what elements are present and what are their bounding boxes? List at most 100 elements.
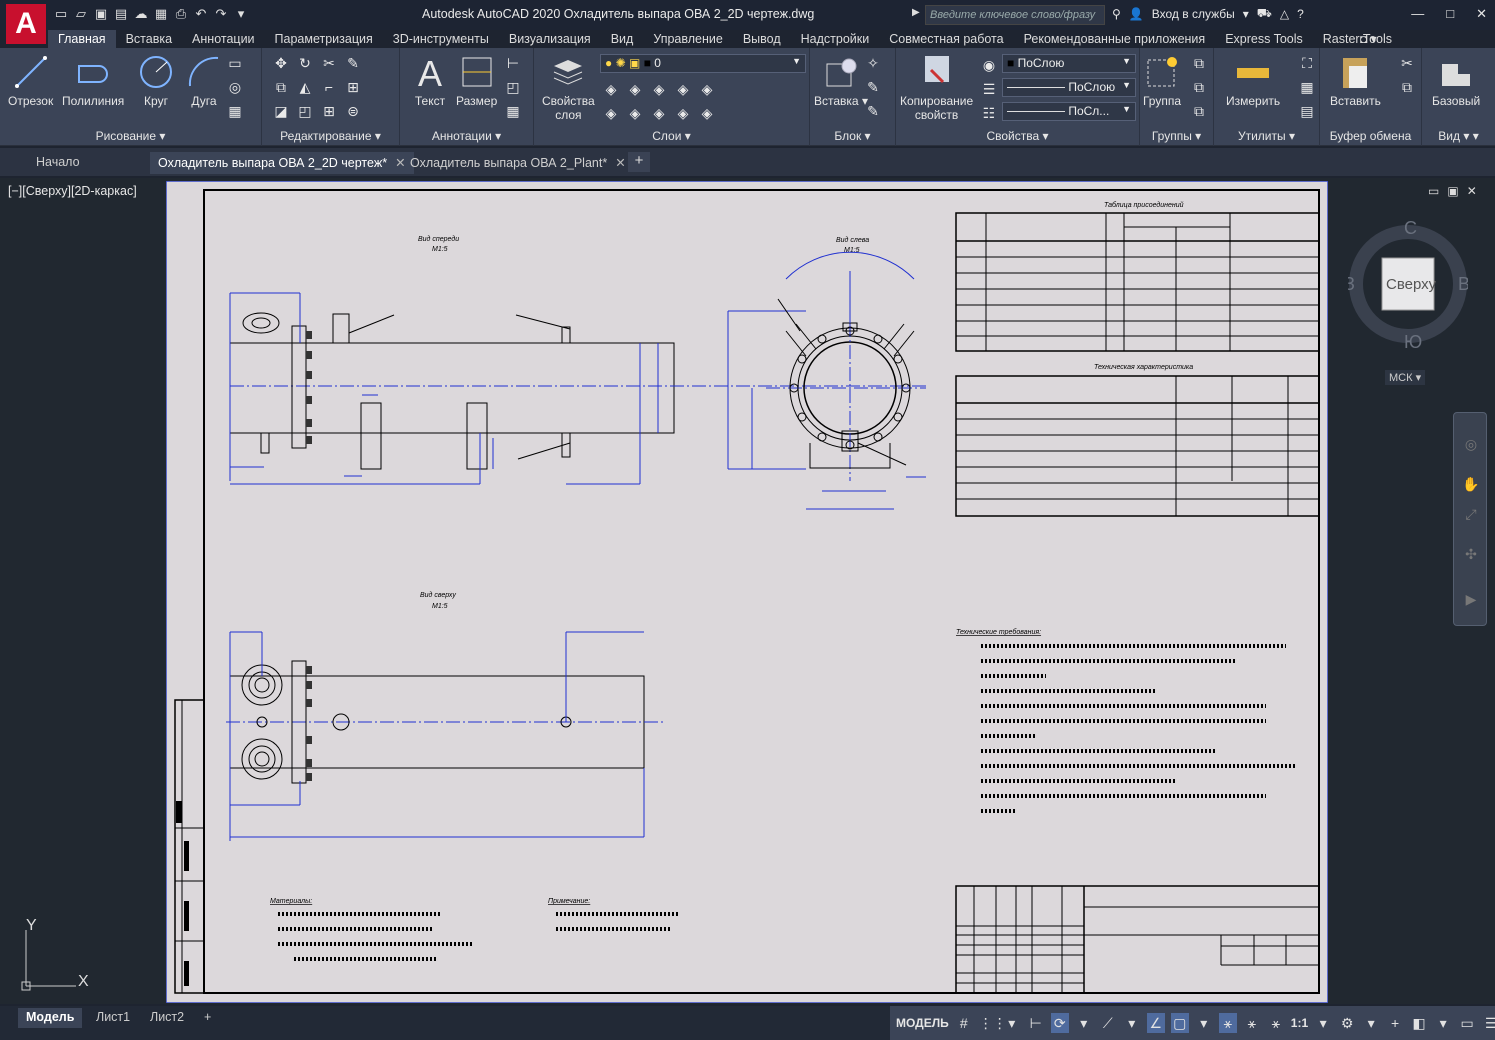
- tab-model[interactable]: Модель: [18, 1008, 83, 1028]
- application-menu-button[interactable]: A: [6, 4, 46, 44]
- ortho-icon[interactable]: ⊢: [1027, 1013, 1045, 1033]
- linetype-dropdown[interactable]: ПоСлою ▼: [1002, 78, 1136, 97]
- tab-express-tools[interactable]: Express Tools: [1215, 30, 1313, 48]
- layer-match-icon[interactable]: ◈: [600, 102, 622, 124]
- layer-walk-icon[interactable]: ◈: [696, 78, 718, 100]
- explode-icon[interactable]: ⊞: [342, 76, 364, 98]
- copy-clip-icon[interactable]: ⧉: [1396, 76, 1418, 98]
- new-tab-button[interactable]: +: [628, 152, 650, 172]
- chevron-down-icon[interactable]: ▾: [1195, 1013, 1213, 1033]
- group-select-icon[interactable]: ⧉: [1188, 100, 1210, 122]
- modify-panel-title[interactable]: Редактирование ▾: [262, 129, 399, 143]
- layer-off-icon[interactable]: ◈: [600, 78, 622, 100]
- chevron-down-icon[interactable]: ▾: [1314, 1013, 1332, 1033]
- viewcube[interactable]: С Ю З В Сверху: [1348, 212, 1468, 352]
- auto-scale-icon[interactable]: ⚹: [1243, 1013, 1261, 1033]
- isodraft-icon[interactable]: ⟋: [1099, 1013, 1117, 1033]
- orbit-icon[interactable]: ✣: [1460, 543, 1482, 565]
- lineweight-icon[interactable]: ☰: [978, 78, 1000, 100]
- layer-previous-icon[interactable]: ◈: [624, 102, 646, 124]
- viewcube-south[interactable]: Ю: [1404, 332, 1422, 352]
- layer-properties-button[interactable]: Свойства слоя: [542, 52, 595, 122]
- color-dropdown[interactable]: ■ ПоСлою ▼: [1002, 54, 1136, 73]
- groups-panel-title[interactable]: Группы ▾: [1140, 129, 1213, 143]
- hatch-icon[interactable]: ◎: [224, 76, 246, 98]
- list-icon[interactable]: ☷: [978, 102, 1000, 124]
- user-icon[interactable]: 👤: [1129, 7, 1144, 21]
- clean-screen-icon[interactable]: ▭: [1458, 1013, 1476, 1033]
- search-input[interactable]: Введите ключевое слово/фразу: [925, 5, 1105, 25]
- save-icon[interactable]: ▣: [92, 5, 110, 23]
- workspace-gear-icon[interactable]: ⚙: [1338, 1013, 1356, 1033]
- help-icon[interactable]: ?: [1297, 7, 1304, 21]
- edit-attributes-icon[interactable]: ✎: [862, 100, 884, 122]
- chevron-down-icon[interactable]: ▾: [1362, 1013, 1380, 1033]
- dimension-button[interactable]: Размер: [456, 52, 497, 108]
- arc-button[interactable]: Дуга: [184, 52, 224, 108]
- tab-3d-tools[interactable]: 3D-инструменты: [383, 30, 499, 48]
- web-icon[interactable]: ▦: [152, 5, 170, 23]
- maximize-button[interactable]: □: [1446, 6, 1454, 22]
- color-wheel-icon[interactable]: ◉: [978, 54, 1000, 76]
- offset-icon[interactable]: ⊜: [342, 100, 364, 122]
- tab-output[interactable]: Вывод: [733, 30, 791, 48]
- showmotion-icon[interactable]: ▶: [1460, 588, 1482, 610]
- search-expand-icon[interactable]: ▶: [912, 7, 920, 18]
- annotation-scale-value[interactable]: 1:1: [1291, 1016, 1308, 1030]
- add-layout-button[interactable]: +: [196, 1008, 219, 1028]
- tab-raster-tools[interactable]: Raster Tools: [1313, 30, 1402, 48]
- lineweight-dropdown[interactable]: ПоСл... ▼: [1002, 102, 1136, 121]
- edit-block-icon[interactable]: ✎: [862, 76, 884, 98]
- chevron-down-icon[interactable]: ▾: [1003, 1013, 1021, 1033]
- print-icon[interactable]: ⎙: [172, 5, 190, 23]
- rectangle-icon[interactable]: ▭: [224, 52, 246, 74]
- save-as-icon[interactable]: ▤: [112, 5, 130, 23]
- isolate-objects-icon[interactable]: ◧: [1410, 1013, 1428, 1033]
- annotation-panel-title[interactable]: Аннотации ▾: [400, 129, 533, 143]
- polyline-button[interactable]: Полилиния: [62, 52, 124, 108]
- polar-tracking-icon[interactable]: ⟳: [1050, 1013, 1069, 1033]
- layer-lock-icon[interactable]: ◈: [672, 78, 694, 100]
- redo-icon[interactable]: ↷: [212, 5, 230, 23]
- cloud-icon[interactable]: ☁: [132, 5, 150, 23]
- plus-icon[interactable]: +: [1386, 1013, 1404, 1033]
- object-snap-tracking-icon[interactable]: ∠: [1146, 1013, 1165, 1033]
- ribbon-minimize-toggle[interactable]: ◘ ▾: [1360, 32, 1377, 46]
- erase-icon[interactable]: ✎: [342, 52, 364, 74]
- cut-icon[interactable]: ✂: [1396, 52, 1418, 74]
- select-all-icon[interactable]: ▦: [1296, 76, 1318, 98]
- layer-unisolate-icon[interactable]: ◈: [648, 102, 670, 124]
- object-snap-icon[interactable]: ▢: [1170, 1013, 1189, 1033]
- viewport-restore-icon[interactable]: ▣: [1447, 184, 1458, 198]
- block-panel-title[interactable]: Блок ▾: [810, 129, 895, 143]
- viewport-minimize-icon[interactable]: ▭: [1428, 184, 1439, 198]
- layer-thaw-icon[interactable]: ◈: [672, 102, 694, 124]
- viewcube-north[interactable]: С: [1404, 218, 1417, 238]
- viewcube-west[interactable]: З: [1348, 274, 1355, 294]
- cart-icon[interactable]: ▾: [1243, 7, 1249, 21]
- layer-freeze-icon[interactable]: ◈: [648, 78, 670, 100]
- zoom-icon[interactable]: ⤢: [1460, 503, 1482, 525]
- exchange-icon[interactable]: △: [1280, 7, 1289, 21]
- annotation-scale-icon[interactable]: ⚹: [1267, 1013, 1285, 1033]
- tab-start[interactable]: Начало: [28, 152, 88, 174]
- layer-isolate-icon[interactable]: ◈: [624, 78, 646, 100]
- tab-visualize[interactable]: Визуализация: [499, 30, 601, 48]
- wcs-menu[interactable]: МСК ▾: [1385, 370, 1426, 385]
- steering-wheel-icon[interactable]: ◎: [1460, 433, 1482, 455]
- viewport-controls-label[interactable]: [−][Сверху][2D-каркас]: [8, 184, 137, 198]
- layer-unlock-icon[interactable]: ◈: [696, 102, 718, 124]
- match-properties-button[interactable]: Копирование свойств: [900, 52, 973, 122]
- properties-panel-title[interactable]: Свойства ▾: [896, 129, 1139, 143]
- text-button[interactable]: A Текст: [410, 52, 450, 108]
- ungroup-icon[interactable]: ⧉: [1188, 52, 1210, 74]
- tab-manage[interactable]: Управление: [643, 30, 733, 48]
- tab-insert[interactable]: Вставка: [116, 30, 182, 48]
- open-icon[interactable]: ▱: [72, 5, 90, 23]
- tab-addins[interactable]: Надстройки: [791, 30, 880, 48]
- undo-icon[interactable]: ↶: [192, 5, 210, 23]
- group-edit-icon[interactable]: ⧉: [1188, 76, 1210, 98]
- layers-panel-title[interactable]: Слои ▾: [534, 129, 809, 143]
- tab-collaborate[interactable]: Совместная работа: [879, 30, 1013, 48]
- group-button[interactable]: Группа: [1142, 52, 1182, 108]
